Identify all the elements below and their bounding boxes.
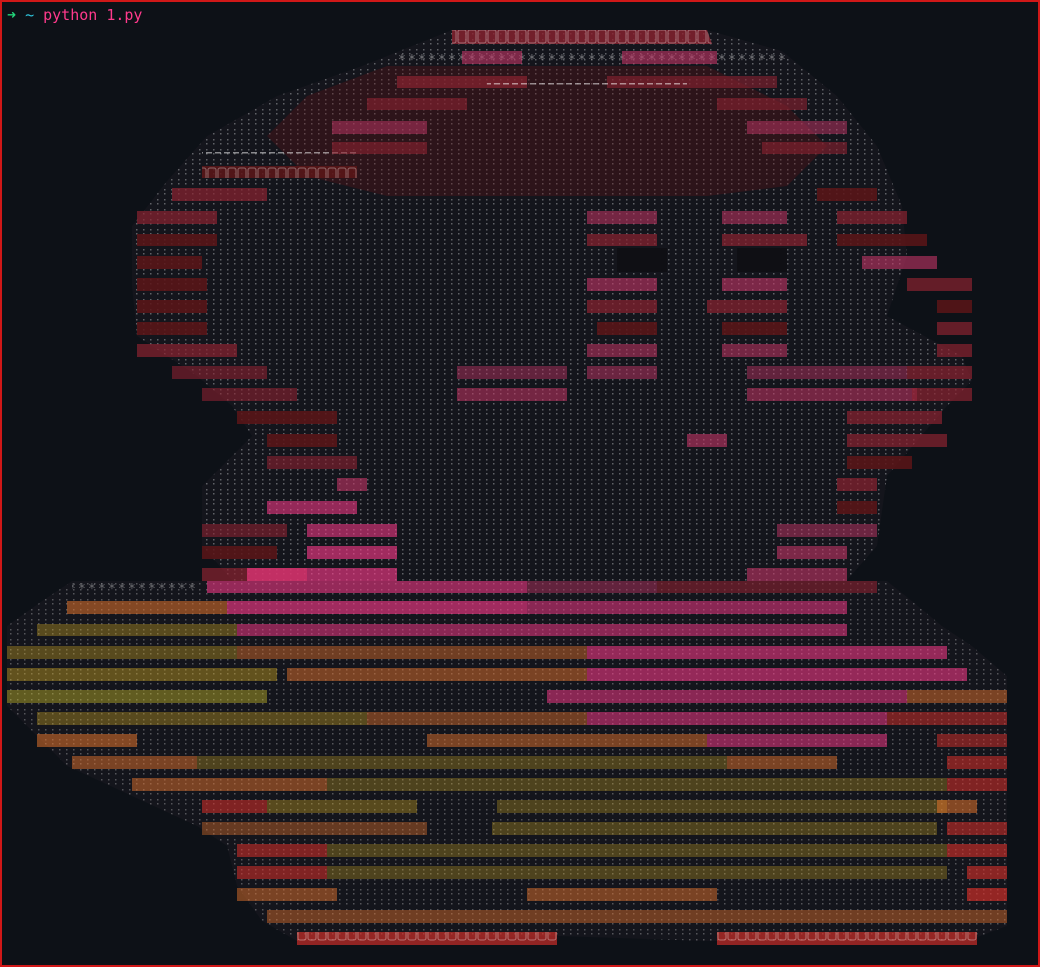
dog-body xyxy=(7,581,1007,945)
prompt-command: python 1.py xyxy=(43,6,143,24)
ascii-art-output: * xyxy=(7,26,1037,962)
dog-head xyxy=(132,30,972,586)
ascii-dog-art: * xyxy=(7,30,1007,945)
prompt-arrow-icon: ➜ xyxy=(7,6,17,24)
prompt-line: ➜ ~ python 1.py xyxy=(7,5,142,25)
prompt-cwd: ~ xyxy=(25,6,35,24)
terminal-window: ➜ ~ python 1.py * xyxy=(0,0,1040,967)
